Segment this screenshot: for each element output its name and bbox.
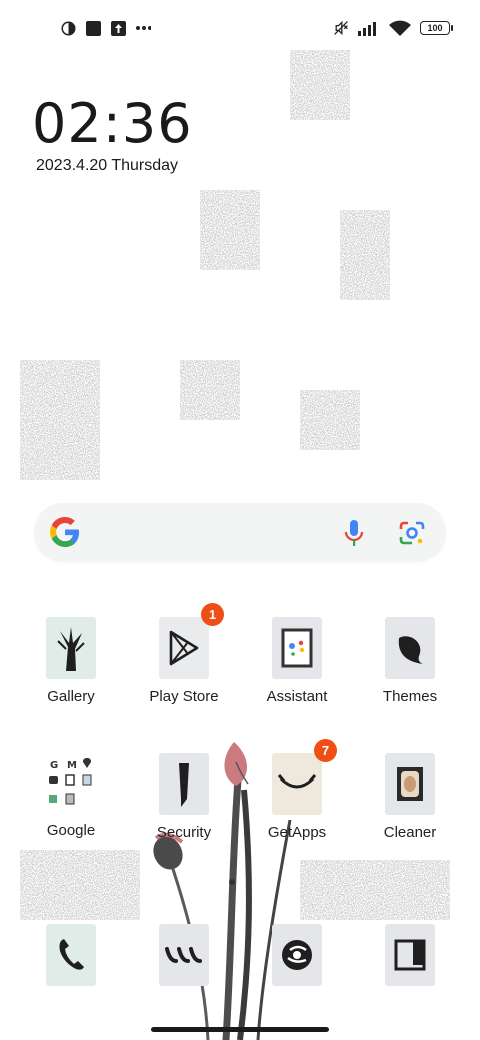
app-security[interactable]: Security [134, 753, 234, 841]
camera-icon [385, 924, 435, 986]
app-label: Cleaner [383, 824, 437, 841]
security-icon [159, 753, 209, 815]
app-label: Assistant [266, 688, 328, 705]
mute-icon [333, 20, 349, 36]
phone-icon [46, 924, 96, 986]
app-cleaner[interactable]: Cleaner [360, 753, 460, 841]
app-label: Google [46, 822, 96, 839]
square-notification-icon [85, 20, 101, 36]
dock-browser[interactable] [247, 924, 347, 986]
signal-icon [358, 20, 380, 36]
app-label: Security [156, 824, 212, 841]
dock-camera[interactable] [360, 924, 460, 986]
clock-time[interactable]: 02:36 [32, 92, 193, 155]
clock-date[interactable]: 2023.4.20 Thursday [36, 157, 178, 175]
mic-icon[interactable] [342, 519, 366, 547]
dock-messages[interactable] [134, 924, 234, 986]
cleaner-icon [385, 753, 435, 815]
upload-icon [110, 20, 126, 36]
wifi-icon [389, 20, 411, 36]
app-label: Gallery [47, 688, 95, 705]
svg-text:G: G [50, 760, 58, 771]
app-assistant[interactable]: Assistant [247, 617, 347, 705]
gesture-navigation-handle[interactable] [151, 1027, 329, 1032]
notification-badge: 1 [201, 603, 224, 626]
app-themes[interactable]: Themes [360, 617, 460, 705]
app-gallery[interactable]: Gallery [21, 617, 121, 705]
notification-app-icon [60, 20, 76, 36]
notification-badge: 7 [314, 739, 337, 762]
svg-text:M: M [67, 760, 77, 771]
lens-icon[interactable] [398, 520, 426, 546]
assistant-icon [272, 617, 322, 679]
app-label: Play Store [149, 688, 219, 705]
google-g-icon [50, 517, 80, 547]
app-google-folder[interactable]: G M Google [21, 753, 121, 839]
battery-icon: 100 [420, 21, 453, 35]
getapps-icon: 7 [272, 739, 337, 815]
gallery-icon [46, 617, 96, 679]
themes-icon [385, 617, 435, 679]
app-play-store[interactable]: 1 Play Store [134, 603, 234, 705]
app-label: GetApps [267, 824, 327, 841]
browser-icon [272, 924, 322, 986]
dock-phone[interactable] [21, 924, 121, 986]
app-label: Themes [382, 688, 438, 705]
app-getapps[interactable]: 7 GetApps [247, 739, 347, 841]
status-bar: 100 [60, 14, 453, 42]
more-dots-icon [135, 20, 151, 36]
play-store-icon: 1 [159, 603, 224, 679]
google-search-bar[interactable] [34, 503, 446, 561]
google-folder-icon: G M [45, 753, 97, 813]
messages-icon [159, 924, 209, 986]
